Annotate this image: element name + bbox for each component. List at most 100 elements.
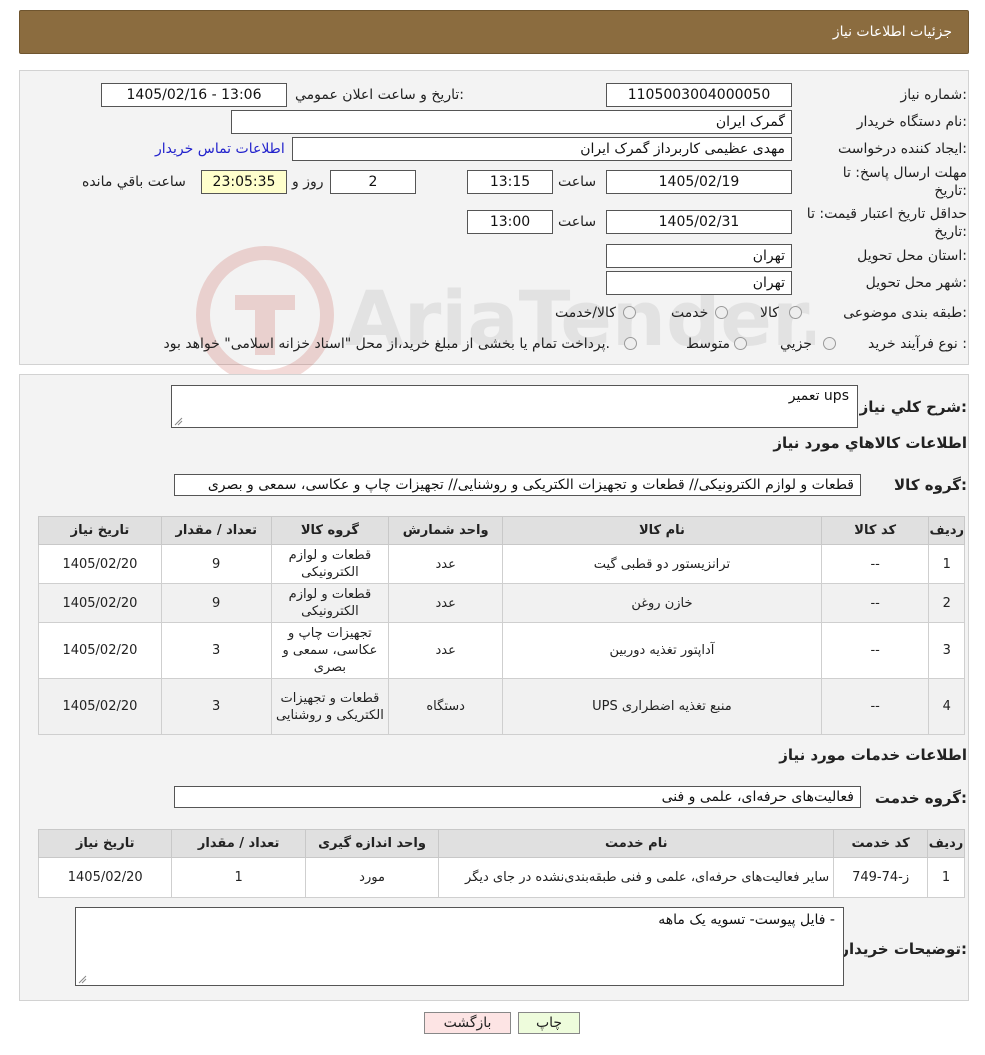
description-textarea[interactable]: تعمیر ups: [171, 385, 858, 428]
service-group-label: گروه خدمت:: [874, 789, 967, 807]
creator-field: مهدی عظیمی کاربرداز گمرک ایران: [292, 137, 792, 161]
cell-group: قطعات و لوازم الکترونیکی: [270, 583, 390, 623]
col-name: نام کالا: [502, 516, 822, 545]
col-qty: تعداد / مقدار: [171, 829, 306, 858]
city-field: تهران: [606, 271, 792, 295]
table-row: 1 ز-74-749 سایر فعالیت‌های حرفه‌ای، علمی…: [37, 857, 966, 898]
process-minor-label: جزیي: [780, 336, 812, 352]
process-medium-label: متوسط: [686, 336, 730, 352]
buyer-notes-textarea[interactable]: فایل پیوست- تسویه یک ماهه -: [75, 907, 844, 986]
table-row: 4 -- منبع تغذیه اضطراری UPS دستگاه قطعات…: [38, 678, 965, 735]
cell-date: 1405/02/20: [38, 544, 162, 584]
process-minor-radio[interactable]: [823, 337, 836, 350]
col-code: کد کالا: [820, 516, 930, 545]
cell-group: تجهیزات چاپ و عکاسی، سمعی و بصری: [270, 622, 390, 679]
col-service-name: نام خدمت: [438, 829, 835, 858]
deadline-time-field: 13:15: [467, 170, 553, 194]
announce-field: 1405/02/16 - 13:06: [101, 83, 287, 107]
process-note: پرداخت تمام یا بخشی از مبلغ خرید،از محل …: [163, 336, 610, 352]
cell-code: --: [820, 583, 930, 623]
deadline-date-field: 1405/02/19: [606, 170, 792, 194]
cell-qty: 3: [160, 622, 272, 679]
cell-row: 1: [926, 857, 966, 898]
col-row: رديف: [926, 829, 966, 858]
description-label: شرح كلي نياز:: [859, 398, 967, 416]
validity-label-date: تاریخ:: [934, 224, 967, 240]
deadline-time-label: ساعت: [558, 174, 597, 190]
time-remaining-field: 23:05:35: [201, 170, 287, 194]
validity-time-label: ساعت: [558, 214, 597, 230]
deadline-label: مهلت ارسال پاسخ: تا: [842, 165, 967, 181]
time-remaining-label: ساعت باقي مانده: [82, 174, 186, 190]
cell-qty: 9: [160, 583, 272, 623]
cell-unit: عدد: [388, 622, 504, 679]
page-header: جزئیات اطلاعات نیاز: [19, 10, 969, 54]
print-button[interactable]: چاپ: [518, 1012, 580, 1034]
cell-name: آداپتور تغذیه دوربین: [502, 622, 822, 679]
cell-unit: دستگاه: [388, 678, 504, 735]
description-text: تعمیر ups: [788, 388, 849, 404]
province-field: تهران: [606, 244, 792, 268]
city-label: شهر محل تحویل:: [865, 275, 967, 291]
process-medium-radio[interactable]: [734, 337, 747, 350]
cell-row: 4: [928, 678, 965, 735]
process-treasury-checkbox[interactable]: [624, 337, 637, 350]
province-label: استان محل تحویل:: [857, 248, 967, 264]
category-service-label: خدمت: [671, 305, 709, 321]
cell-name: منبع تغذیه اضطراری UPS: [502, 678, 822, 735]
days-remaining-field: 2: [330, 170, 416, 194]
category-goods-service-radio[interactable]: [623, 306, 636, 319]
cell-group: قطعات و لوازم الکترونیکی: [270, 544, 390, 584]
col-unit: واحد شمارش: [388, 516, 504, 545]
resize-handle-icon[interactable]: [174, 417, 183, 426]
services-table-header: رديف کد خدمت نام خدمت واحد اندازه گیری ت…: [37, 829, 966, 858]
category-label: طبقه بندی موضوعی:: [843, 305, 967, 321]
cell-date: 1405/02/20: [37, 857, 173, 898]
need-number-label: شماره نیاز:: [900, 87, 967, 103]
col-service-code: کد خدمت: [833, 829, 928, 858]
validity-time-field: 13:00: [467, 210, 553, 234]
process-label: نوع فرآیند خرید :: [868, 336, 967, 352]
resize-handle-icon[interactable]: [78, 975, 87, 984]
category-goods-service-label: کالا/خدمت: [555, 305, 616, 321]
goods-section-title: اطلاعات کالاهاي مورد نياز: [773, 434, 967, 452]
cell-unit: مورد: [304, 857, 440, 898]
col-date: تاریخ نیاز: [37, 829, 173, 858]
creator-label: ایجاد کننده درخواست:: [838, 141, 967, 157]
cell-name: خازن روغن: [502, 583, 822, 623]
cell-code: ز-74-749: [833, 857, 928, 898]
col-date: تاریخ نیاز: [38, 516, 162, 545]
back-button[interactable]: بازگشت: [424, 1012, 511, 1034]
cell-date: 1405/02/20: [38, 622, 162, 679]
page-title: جزئیات اطلاعات نیاز: [832, 24, 952, 40]
buyer-org-label: نام دستگاه خریدار:: [856, 114, 967, 130]
col-measure-unit: واحد اندازه گیری: [304, 829, 440, 858]
category-service-radio[interactable]: [715, 306, 728, 319]
cell-code: --: [820, 544, 930, 584]
category-goods-label: کالا: [760, 305, 779, 321]
cell-row: 1: [928, 544, 965, 584]
goods-table-header: رديف کد کالا نام کالا واحد شمارش گروه کا…: [38, 516, 965, 545]
buyer-contact-link[interactable]: اطلاعات تماس خریدار: [155, 141, 285, 157]
goods-group-label: گروه کالا:: [894, 476, 967, 494]
cell-row: 3: [928, 622, 965, 679]
deadline-label-date: تاریخ:: [934, 183, 967, 199]
goods-group-field: قطعات و لوازم الکترونیکی// قطعات و تجهیز…: [174, 474, 861, 496]
cell-group: قطعات و تجهیزات الکتریکی و روشنایی: [270, 678, 390, 735]
need-number-field: 1105003004000050: [606, 83, 792, 107]
cell-qty: 9: [160, 544, 272, 584]
cell-row: 2: [928, 583, 965, 623]
category-goods-radio[interactable]: [789, 306, 802, 319]
cell-name: سایر فعالیت‌های حرفه‌ای، علمی و فنی طبقه…: [438, 857, 835, 898]
announce-label: تاریخ و ساعت اعلان عمومي:: [295, 87, 464, 103]
col-group: گروه کالا: [270, 516, 390, 545]
services-section-title: اطلاعات خدمات مورد نياز: [779, 746, 967, 764]
cell-unit: عدد: [388, 583, 504, 623]
table-row: 2 -- خازن روغن عدد قطعات و لوازم الکترون…: [38, 583, 965, 623]
cell-name: ترانزیستور دو قطبی گیت: [502, 544, 822, 584]
col-qty: تعداد / مقدار: [160, 516, 272, 545]
service-group-field: فعالیت‌های حرفه‌ای، علمی و فنی: [174, 786, 861, 808]
cell-date: 1405/02/20: [38, 678, 162, 735]
cell-date: 1405/02/20: [38, 583, 162, 623]
cell-qty: 1: [171, 857, 306, 898]
